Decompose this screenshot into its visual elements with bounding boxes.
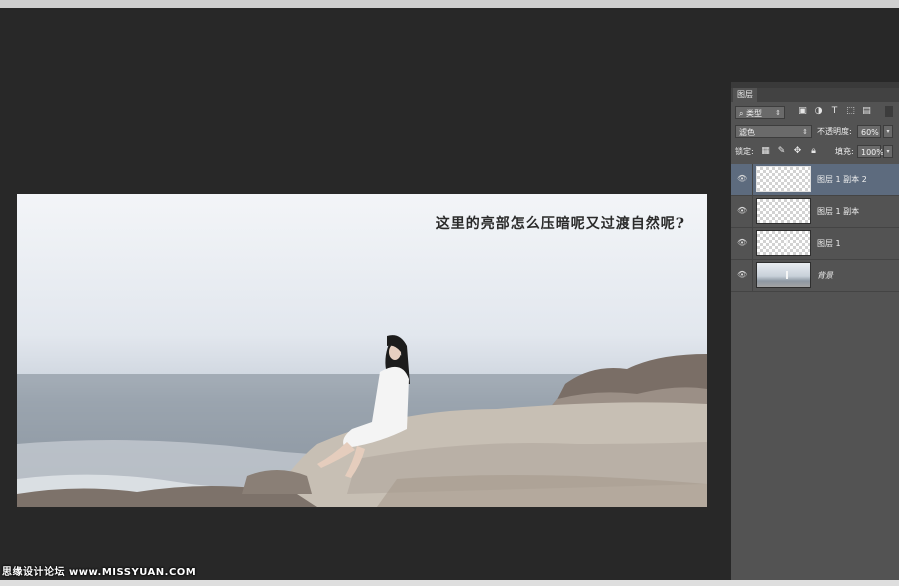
blend-mode-select[interactable]: 滤色 ⇕ xyxy=(735,125,812,138)
search-icon: ⌕ xyxy=(739,109,744,118)
layer-thumbnail xyxy=(756,198,811,224)
bottom-strip xyxy=(0,580,899,586)
pixel-filter-icon[interactable]: ▣ xyxy=(797,106,808,117)
filter-row: ⌕ 类型 ⇕ ▣ ◑ T ⬚ ▤ xyxy=(731,102,899,122)
lock-row: 锁定: ▦ ✎ ✥ 🔒︎ 填充: 100% ▾ xyxy=(731,142,899,162)
photo-caption: 这里的亮部怎么压暗呢又过渡自然呢? xyxy=(435,216,685,232)
panel-tab-row: 图层 xyxy=(731,88,899,102)
blend-row: 滤色 ⇕ 不透明度: 60% ▾ xyxy=(731,122,899,142)
layer-thumbnail xyxy=(756,262,811,288)
type-filter-icon[interactable]: T xyxy=(829,106,840,117)
shape-filter-icon[interactable]: ⬚ xyxy=(845,106,856,117)
chevron-updown-icon: ⇕ xyxy=(775,109,781,117)
layer-name: 图层 1 xyxy=(817,239,841,248)
chevron-updown-icon: ⇕ xyxy=(802,128,808,136)
layer-divider xyxy=(752,228,753,259)
layer-divider xyxy=(752,196,753,227)
photo-scene xyxy=(17,335,707,507)
layers-panel: 图层 ⌕ 类型 ⇕ ▣ ◑ T ⬚ ▤ 滤色 ⇕ 不透明度: 60% ▾ 锁定:… xyxy=(731,82,899,580)
layer-name: 背景 xyxy=(817,271,833,280)
smart-object-filter-icon[interactable]: ▤ xyxy=(861,106,872,117)
site-watermark: 思缘设计论坛 www.MISSYUAN.COM xyxy=(2,567,197,578)
layer-name: 图层 1 副本 xyxy=(817,207,860,216)
fill-input[interactable]: 100% xyxy=(857,145,884,158)
document-photo[interactable]: 这里的亮部怎么压暗呢又过渡自然呢? xyxy=(17,194,707,507)
opacity-input[interactable]: 60% xyxy=(857,125,881,138)
layer-row[interactable]: 👁︎ 图层 1 副本 xyxy=(731,196,899,228)
top-strip xyxy=(0,0,899,8)
blend-mode-value: 滤色 xyxy=(739,128,755,137)
visibility-eye-icon[interactable]: 👁︎ xyxy=(737,206,747,216)
filter-type-select[interactable]: ⌕ 类型 ⇕ xyxy=(735,106,785,119)
layer-divider xyxy=(752,260,753,291)
lock-label: 锁定: xyxy=(735,147,754,156)
layer-thumbnail xyxy=(756,166,811,192)
layer-thumbnail xyxy=(756,230,811,256)
visibility-eye-icon[interactable]: 👁︎ xyxy=(737,238,747,248)
fill-dropdown-button[interactable]: ▾ xyxy=(883,145,893,158)
thumbnail-figure xyxy=(786,239,789,247)
filter-type-label: 类型 xyxy=(746,109,763,118)
adjustment-filter-icon[interactable]: ◑ xyxy=(813,106,824,117)
lock-position-move-icon[interactable]: ✥ xyxy=(792,146,803,157)
fill-label: 填充: xyxy=(835,147,854,156)
visibility-eye-icon[interactable]: 👁︎ xyxy=(737,270,747,280)
tab-layers[interactable]: 图层 xyxy=(733,88,757,102)
layers-list: 👁︎ 图层 1 副本 2 👁︎ 图层 1 副本 👁︎ 图层 1 👁︎ 背景 xyxy=(731,164,899,292)
layer-row[interactable]: 👁︎ 图层 1 副本 2 xyxy=(731,164,899,196)
lock-icon[interactable]: 🔒︎ xyxy=(808,146,819,157)
visibility-eye-icon[interactable]: 👁︎ xyxy=(737,174,747,184)
thumbnail-figure xyxy=(786,271,789,279)
filter-toggle-icon[interactable] xyxy=(885,106,893,117)
layer-row[interactable]: 👁︎ 图层 1 xyxy=(731,228,899,260)
layer-divider xyxy=(752,164,753,195)
layer-row[interactable]: 👁︎ 背景 xyxy=(731,260,899,292)
lock-image-brush-icon[interactable]: ✎ xyxy=(776,146,787,157)
lock-transparent-icon[interactable]: ▦ xyxy=(760,146,771,157)
layer-name: 图层 1 副本 2 xyxy=(817,175,867,184)
opacity-label: 不透明度: xyxy=(817,127,852,136)
opacity-dropdown-button[interactable]: ▾ xyxy=(883,125,893,138)
